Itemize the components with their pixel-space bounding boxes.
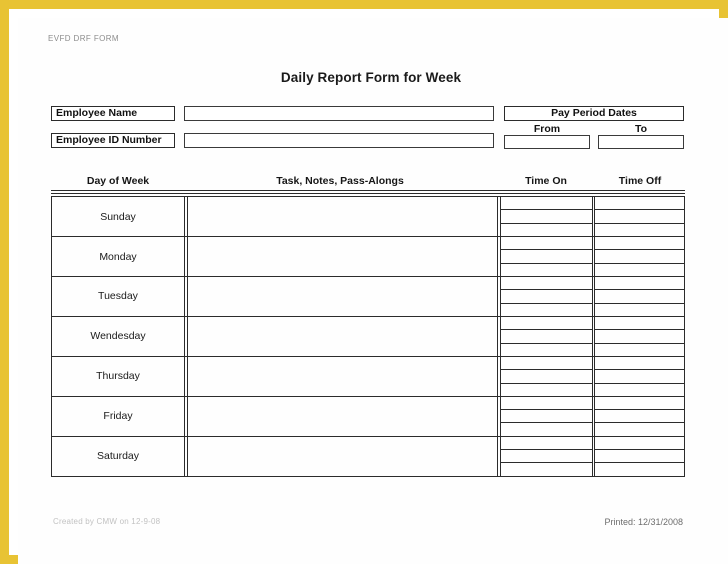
task-notes-input[interactable] — [186, 436, 498, 476]
table-row: Wendesday — [51, 315, 685, 357]
time-on-cell — [499, 197, 593, 237]
weekly-entry-table: Sunday Monday Tuesday Wendesday Thursday Frid… — [51, 196, 685, 484]
time-on-slot[interactable] — [500, 237, 592, 251]
time-on-slot[interactable] — [500, 277, 592, 291]
task-notes-input[interactable] — [186, 356, 498, 396]
time-off-cell — [594, 436, 685, 476]
time-off-slot[interactable] — [595, 250, 684, 264]
time-on-slot[interactable] — [500, 410, 592, 424]
day-of-week-cell: Thursday — [51, 356, 185, 396]
time-off-cell — [594, 236, 685, 277]
time-on-slot[interactable] — [501, 264, 592, 276]
time-off-cell — [594, 276, 685, 316]
footer-created-by: Created by CMW on 12-9-08 — [53, 517, 161, 526]
time-on-slot[interactable] — [500, 397, 592, 411]
employee-name-input[interactable] — [184, 106, 494, 121]
employee-name-label: Employee Name — [51, 106, 175, 121]
time-on-slot[interactable] — [500, 317, 592, 331]
task-notes-input[interactable] — [186, 236, 498, 277]
table-row: Sunday — [51, 196, 685, 238]
pay-period-from-input[interactable] — [504, 135, 590, 149]
time-off-slot[interactable] — [595, 450, 684, 464]
pay-period-from-label: From — [533, 123, 561, 135]
header-divider-bottom — [51, 193, 685, 194]
day-of-week-cell: Tuesday — [51, 276, 185, 316]
time-off-cell — [594, 356, 685, 396]
time-on-cell — [499, 436, 593, 476]
employee-id-input[interactable] — [184, 133, 494, 148]
time-off-slot[interactable] — [595, 397, 684, 411]
time-off-slot[interactable] — [595, 210, 684, 224]
table-row: Thursday — [51, 355, 685, 397]
day-of-week-cell: Friday — [51, 396, 185, 436]
column-header-task-notes: Task, Notes, Pass-Alongs — [276, 175, 404, 187]
pay-period-to-input[interactable] — [598, 135, 684, 149]
form-page: EVFD DRF FORM Daily Report Form for Week… — [9, 9, 719, 555]
time-on-slot[interactable] — [500, 250, 592, 264]
time-on-slot[interactable] — [501, 423, 592, 435]
time-off-slot[interactable] — [595, 370, 684, 384]
time-on-slot[interactable] — [500, 450, 592, 464]
day-of-week-cell: Saturday — [51, 436, 185, 476]
time-on-slot[interactable] — [500, 357, 592, 371]
time-off-slot[interactable] — [595, 290, 684, 304]
employee-id-label: Employee ID Number — [51, 133, 175, 148]
column-header-time-off: Time Off — [618, 175, 662, 187]
day-of-week-cell: Monday — [51, 236, 185, 277]
time-on-cell — [499, 236, 593, 277]
time-off-cell — [594, 197, 685, 237]
day-of-week-cell: Wendesday — [51, 316, 185, 356]
table-row: Tuesday — [51, 275, 685, 317]
time-off-slot[interactable] — [595, 330, 684, 344]
day-of-week-cell: Sunday — [51, 197, 185, 237]
time-on-slot[interactable] — [500, 197, 592, 211]
time-off-slot[interactable] — [595, 197, 684, 211]
time-on-slot[interactable] — [500, 210, 592, 224]
time-on-cell — [499, 396, 593, 436]
task-notes-input[interactable] — [186, 396, 498, 436]
time-off-slot[interactable] — [595, 224, 684, 236]
time-on-cell — [499, 316, 593, 356]
time-on-slot[interactable] — [501, 304, 592, 316]
time-on-cell — [499, 276, 593, 316]
time-off-slot[interactable] — [595, 264, 684, 276]
time-on-slot[interactable] — [500, 330, 592, 344]
pay-period-header: Pay Period Dates — [504, 106, 684, 121]
column-header-day-of-week: Day of Week — [86, 175, 150, 187]
time-on-slot[interactable] — [501, 463, 592, 475]
time-off-cell — [594, 316, 685, 356]
time-on-slot[interactable] — [500, 290, 592, 304]
time-on-slot[interactable] — [501, 384, 592, 396]
task-notes-input[interactable] — [186, 276, 498, 316]
task-notes-input[interactable] — [186, 316, 498, 356]
column-header-time-on: Time On — [525, 175, 567, 187]
time-off-slot[interactable] — [595, 344, 684, 356]
time-off-slot[interactable] — [595, 463, 684, 475]
time-on-slot[interactable] — [500, 437, 592, 450]
time-on-slot[interactable] — [501, 224, 592, 236]
time-off-slot[interactable] — [595, 437, 684, 450]
table-row: Saturday — [51, 435, 685, 477]
table-row: Friday — [51, 395, 685, 437]
time-off-slot[interactable] — [595, 317, 684, 331]
time-off-slot[interactable] — [595, 384, 684, 396]
page-title-text: Daily Report Form for Week — [280, 70, 462, 85]
task-notes-input[interactable] — [186, 197, 498, 237]
time-off-slot[interactable] — [595, 237, 684, 251]
time-off-slot[interactable] — [595, 423, 684, 435]
pay-period-to-label: To — [634, 123, 648, 135]
time-off-slot[interactable] — [595, 357, 684, 371]
table-row: Monday — [51, 235, 685, 278]
page-title: Daily Report Form for Week — [9, 70, 719, 85]
time-on-slot[interactable] — [501, 344, 592, 356]
document-code-label: EVFD DRF FORM — [48, 34, 119, 43]
header-divider-top — [51, 190, 685, 191]
time-off-slot[interactable] — [595, 304, 684, 316]
time-off-slot[interactable] — [595, 277, 684, 291]
time-on-cell — [499, 356, 593, 396]
time-off-cell — [594, 396, 685, 436]
time-on-slot[interactable] — [500, 370, 592, 384]
footer-printed-date: Printed: 12/31/2008 — [604, 517, 683, 527]
time-off-slot[interactable] — [595, 410, 684, 424]
